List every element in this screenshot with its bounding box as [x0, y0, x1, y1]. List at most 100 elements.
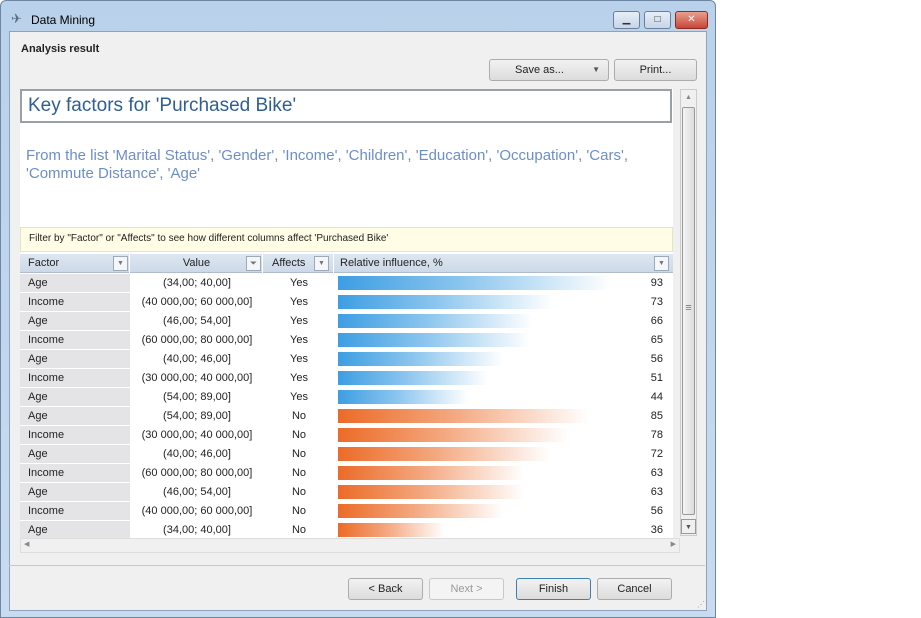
next-button[interactable]: Next > — [429, 578, 504, 600]
influence-value: 85 — [650, 410, 663, 422]
factor-cell: Income — [20, 331, 130, 349]
influence-bar — [338, 390, 468, 404]
influence-value: 56 — [650, 505, 663, 517]
influence-bar — [338, 504, 504, 518]
factor-cell: Age — [20, 274, 130, 292]
table-row[interactable]: Age (46,00; 54,00] Yes 66 — [20, 312, 673, 331]
finish-button[interactable]: Finish — [516, 578, 591, 600]
column-affects-label: Affects — [272, 257, 306, 269]
column-influence[interactable]: Relative influence, % ▼ — [335, 254, 673, 273]
table-row[interactable]: Income (40 000,00; 60 000,00] No 56 — [20, 502, 673, 521]
table-row[interactable]: Income (30 000,00; 40 000,00] No 78 — [20, 426, 673, 445]
affects-cell: No — [291, 467, 307, 479]
factor-cell: Age — [20, 350, 130, 368]
filter-icon[interactable]: ⏷ — [246, 256, 261, 271]
value-cell: (34,00; 40,00] — [163, 277, 231, 289]
title-bar: ✈ Data Mining ▁ □ ✕ — [1, 1, 715, 35]
minimize-button[interactable]: ▁ — [613, 11, 640, 29]
influence-bar — [338, 466, 524, 480]
print-button[interactable]: Print... — [614, 59, 697, 81]
affects-cell: No — [291, 505, 307, 517]
factor-cell: Age — [20, 407, 130, 425]
column-factor[interactable]: Factor ▼ — [20, 254, 130, 273]
cancel-button[interactable]: Cancel — [597, 578, 672, 600]
affects-cell: Yes — [290, 372, 308, 384]
influence-value: 63 — [650, 467, 663, 479]
save-as-button[interactable]: Save as... ▼ — [489, 59, 609, 81]
influence-bar — [338, 523, 445, 537]
paper-plane-icon: ✈ — [11, 11, 22, 26]
back-button[interactable]: < Back — [348, 578, 423, 600]
factor-cell: Age — [20, 312, 130, 330]
window-title: Data Mining — [31, 13, 96, 27]
scroll-thumb[interactable]: ≡ — [682, 107, 695, 515]
influence-value: 56 — [650, 353, 663, 365]
table-row[interactable]: Income (60 000,00; 80 000,00] No 63 — [20, 464, 673, 483]
influence-value: 93 — [650, 277, 663, 289]
value-cell: (40,00; 46,00] — [163, 353, 231, 365]
scroll-down-icon[interactable]: ▼ — [681, 519, 696, 534]
table-row[interactable]: Income (30 000,00; 40 000,00] Yes 51 — [20, 369, 673, 388]
close-button[interactable]: ✕ — [675, 11, 708, 29]
influence-bar — [338, 485, 524, 499]
value-cell: (60 000,00; 80 000,00] — [141, 467, 253, 479]
resize-grip-icon[interactable]: ⋰ — [697, 600, 705, 609]
scroll-right-icon[interactable]: ▶ — [671, 540, 676, 548]
influence-bar — [338, 428, 569, 442]
table-row[interactable]: Age (40,00; 46,00] No 72 — [20, 445, 673, 464]
table-header: Factor ▼ Value ⏷ Affects ▼ Relative influen… — [20, 254, 673, 273]
influence-bar — [338, 276, 613, 290]
value-cell: (40 000,00; 60 000,00] — [141, 505, 253, 517]
table-row[interactable]: Income (60 000,00; 80 000,00] Yes 65 — [20, 331, 673, 350]
dropdown-icon[interactable]: ▼ — [654, 256, 669, 271]
affects-cell: No — [291, 524, 307, 536]
value-cell: (54,00; 89,00] — [163, 391, 231, 403]
dropdown-icon[interactable]: ▼ — [314, 256, 329, 271]
key-factors-title: Key factors for 'Purchased Bike' — [20, 89, 672, 123]
influence-value: 63 — [650, 486, 663, 498]
table-row[interactable]: Age (40,00; 46,00] Yes 56 — [20, 350, 673, 369]
factor-cell: Income — [20, 464, 130, 482]
column-factor-label: Factor — [28, 257, 60, 269]
table-row[interactable]: Age (34,00; 40,00] Yes 93 — [20, 274, 673, 293]
result-panel: Key factors for 'Purchased Bike' From th… — [20, 89, 673, 539]
table-row[interactable]: Age (54,00; 89,00] No 85 — [20, 407, 673, 426]
chevron-down-icon: ▼ — [592, 65, 600, 74]
affects-cell: No — [291, 486, 307, 498]
affects-cell: Yes — [290, 391, 308, 403]
scroll-up-icon[interactable]: ▲ — [681, 90, 696, 105]
influence-value: 66 — [650, 315, 663, 327]
table-row[interactable]: Income (40 000,00; 60 000,00] Yes 73 — [20, 293, 673, 312]
table-row[interactable]: Age (46,00; 54,00] No 63 — [20, 483, 673, 502]
influence-bar — [338, 371, 489, 385]
filter-hint: Filter by "Factor" or "Affects" to see h… — [20, 227, 673, 252]
influence-bar — [338, 409, 589, 423]
affects-cell: Yes — [290, 296, 308, 308]
table-row[interactable]: Age (54,00; 89,00] Yes 44 — [20, 388, 673, 407]
value-cell: (30 000,00; 40 000,00] — [141, 372, 253, 384]
factor-cell: Income — [20, 369, 130, 387]
section-header: Analysis result — [21, 43, 100, 55]
affects-cell: Yes — [290, 353, 308, 365]
affects-cell: Yes — [290, 315, 308, 327]
dropdown-icon[interactable]: ▼ — [113, 256, 128, 271]
affects-cell: Yes — [290, 277, 308, 289]
scroll-left-icon[interactable]: ◀ — [24, 540, 29, 548]
value-cell: (54,00; 89,00] — [163, 410, 231, 422]
factor-cell: Age — [20, 521, 130, 539]
influence-bar — [338, 314, 533, 328]
column-affects[interactable]: Affects ▼ — [264, 254, 334, 273]
factor-list-subtitle: From the list 'Marital Status', 'Gender'… — [26, 147, 628, 182]
factor-cell: Income — [20, 502, 130, 520]
horizontal-scrollbar[interactable]: ◀ ▶ — [20, 538, 680, 553]
save-as-label: Save as... — [515, 64, 564, 76]
maximize-button[interactable]: □ — [644, 11, 671, 29]
factor-cell: Income — [20, 293, 130, 311]
column-influence-label: Relative influence, % — [340, 257, 443, 269]
factor-cell: Age — [20, 388, 130, 406]
affects-cell: No — [291, 429, 307, 441]
value-cell: (60 000,00; 80 000,00] — [141, 334, 253, 346]
influence-value: 72 — [650, 448, 663, 460]
column-value[interactable]: Value ⏷ — [131, 254, 263, 273]
vertical-scrollbar[interactable]: ▲ ≡ ▼ — [680, 89, 697, 536]
